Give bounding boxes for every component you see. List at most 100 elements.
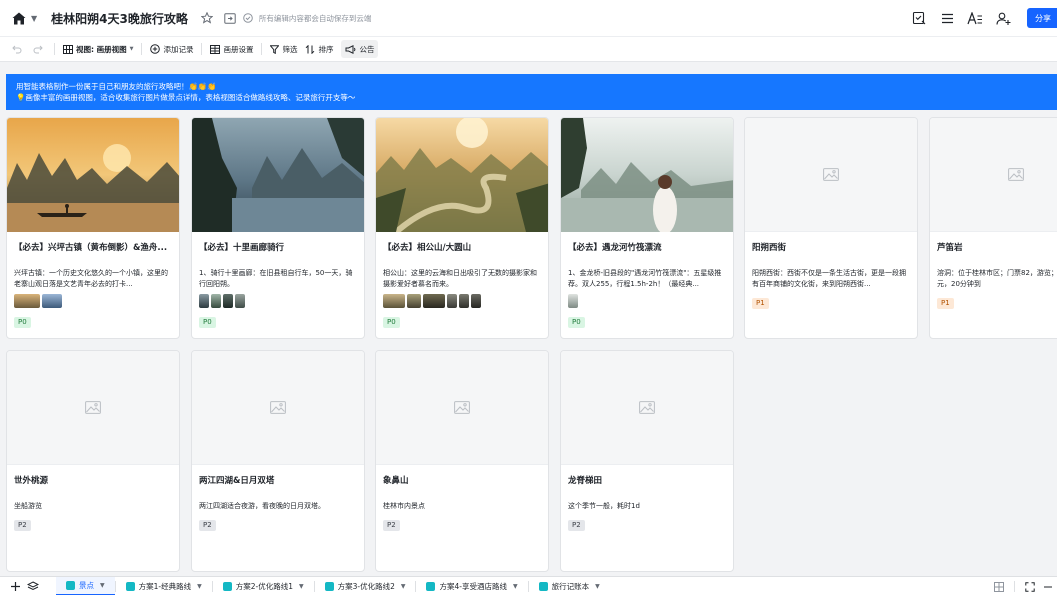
tab-plan-4[interactable]: 方案4-享受酒店路线 ▼ [416,577,527,595]
gallery-card[interactable]: 世外桃源 坐船游览 P2 [6,350,180,572]
card-title: 【必去】兴坪古镇（黄布倒影）&渔舟... [14,243,168,253]
gallery-card[interactable]: 【必去】相公山/大圆山 相公山：这里的云海和日出吸引了无数的摄影家和摄影爱好者慕… [375,117,549,339]
card-cover-placeholder [376,351,548,465]
attachment-thumbnail[interactable] [199,294,209,308]
chevron-down-icon[interactable]: ▼ [299,583,304,590]
card-title: 两江四湖&日月双塔 [199,476,275,486]
toolbar-divider [201,43,203,55]
gallery-card[interactable]: 象鼻山 桂林市内景点 P2 [375,350,549,572]
more-icon[interactable] [1039,578,1057,595]
view-caret-icon: ▼ [129,46,134,52]
hamburger-menu-icon[interactable] [933,4,961,32]
gallery-card[interactable]: 【必去】十里画廊骑行 1、骑行十里画廊：在旧县租自行车，50一天，骑行回阳朔。 … [191,117,365,339]
priority-tag: P2 [568,520,585,531]
chevron-down-icon[interactable]: ▼ [197,583,202,590]
autosave-note: 所有编辑内容都会自动保存到云端 [258,13,372,23]
card-title: 【必去】遇龙河竹筏漂流 [568,243,662,253]
filter-button[interactable]: 筛选 [266,40,301,58]
text-format-icon[interactable] [961,4,989,32]
attachment-thumbnail[interactable] [407,294,421,308]
chevron-down-icon[interactable]: ▼ [100,582,105,589]
card-description: 兴坪古镇：一个历史文化悠久的一个小镇，这里的老寨山观日落是文艺青年必去的打卡..… [14,269,168,288]
priority-tag: P0 [199,317,216,328]
attachment-thumbnail[interactable] [42,294,62,308]
chevron-down-icon[interactable]: ▼ [513,583,518,590]
home-icon[interactable] [8,7,30,29]
priority-tag: P2 [14,520,31,531]
card-cover-placeholder [745,118,917,232]
attachment-thumbnail[interactable] [423,294,445,308]
attachment-thumbnail[interactable] [211,294,221,308]
fullscreen-icon[interactable] [1021,578,1039,595]
sort-button[interactable]: 排序 [301,40,337,58]
sheet-tab-bar: 景点 ▼ 方案1-经典路线 ▼ 方案2-优化路线1 ▼ 方案3-优化路线2 ▼ … [0,576,1057,595]
chevron-down-icon[interactable]: ▼ [401,583,406,590]
home-caret-icon[interactable]: ▼ [31,14,37,23]
tab-plan-3[interactable]: 方案3-优化路线2 ▼ [315,577,416,595]
sheet-icon [66,580,75,590]
tab-label: 方案1-经典路线 [138,581,192,591]
attachment-thumbnail[interactable] [383,294,405,308]
grid-settings-icon [210,44,221,54]
add-record-button[interactable]: 添加记录 [146,40,197,58]
gallery-card[interactable]: 【必去】遇龙河竹筏漂流 1、金龙桥-旧县段的"遇龙河竹筏漂流"：五星级推荐。双人… [560,117,734,339]
chevron-down-icon[interactable]: ▼ [595,583,600,590]
view-switcher[interactable]: 视图: 画册视图 ▼ [59,40,137,58]
attachment-thumbnail[interactable] [235,294,245,308]
image-placeholder-icon [85,401,101,414]
add-sheet-icon[interactable] [6,577,24,595]
card-description: 这个季节一般，耗时1d [568,502,640,510]
card-attachments [383,294,541,309]
gallery-card[interactable]: 两江四湖&日月双塔 两江四湖适合夜游，看夜晚的日月双塔。 P2 [191,350,365,572]
image-placeholder-icon [1008,168,1024,181]
attachment-thumbnail[interactable] [223,294,233,308]
image-placeholder-icon [823,168,839,181]
card-description: 1、骑行十里画廊：在旧县租自行车，50一天，骑行回阳朔。 [199,269,353,288]
card-cover-placeholder [561,351,733,465]
gallery-card[interactable]: 阳朔西街 阳朔西街：西街不仅是一条生活古街，更是一段拥有百年商铺的文化街，来到阳… [744,117,918,339]
sheet-icon [125,581,135,591]
tab-plan-2[interactable]: 方案2-优化路线1 ▼ [213,577,314,595]
document-title[interactable]: 桂林阳朔4天3晚旅行攻略 [51,10,188,27]
star-icon[interactable] [200,11,214,25]
gallery-card[interactable]: 芦笛岩 溶洞：位于桂林市区；门票82，游览；漓湾快车16元，20分钟到 P1 [929,117,1057,339]
banner-line-1: 用智能表格制作一份属于自己和朋友的旅行攻略吧！👏👏👏 [16,82,217,91]
gallery-card[interactable]: 龙脊梯田 这个季节一般，耗时1d P2 [560,350,734,572]
redo-icon[interactable] [29,40,50,58]
attachment-thumbnail[interactable] [459,294,469,308]
announcement-button[interactable]: 公告 [341,40,379,58]
title-bar: ▼ 桂林阳朔4天3晚旅行攻略 所有编辑内容都会自动保存到云端 分享 [0,0,1057,36]
card-title: 【必去】相公山/大圆山 [383,243,472,253]
sheet-list-icon[interactable] [24,577,42,595]
gallery-card[interactable]: 【必去】兴坪古镇（黄布倒影）&渔舟... 兴坪古镇：一个历史文化悠久的一个小镇，… [6,117,180,339]
image-placeholder-icon [270,401,286,414]
gallery-settings-button[interactable]: 画册设置 [206,40,257,58]
share-button[interactable]: 分享 [1027,8,1057,28]
tab-plan-1[interactable]: 方案1-经典路线 ▼ [116,577,212,595]
card-attachments [199,294,357,309]
checklist-icon[interactable] [905,4,933,32]
attachment-thumbnail[interactable] [568,294,578,308]
tab-scenic-spots[interactable]: 景点 ▼ [56,576,115,595]
grid-view-icon[interactable] [990,578,1008,595]
tab-label: 方案4-享受酒店路线 [439,581,507,591]
tab-expense-ledger[interactable]: 旅行记账本 ▼ [529,577,610,595]
priority-tag: P0 [14,317,31,328]
undo-icon[interactable] [8,40,29,58]
priority-tag: P2 [199,520,216,531]
add-user-icon[interactable] [989,4,1017,32]
tab-label: 方案3-优化路线2 [337,581,395,591]
sheet-icon [538,581,548,591]
tab-label: 景点 [79,580,94,590]
view-switcher-label: 视图: 画册视图 [76,44,127,54]
sheet-icon [324,581,334,591]
attachment-thumbnail[interactable] [14,294,40,308]
move-to-folder-icon[interactable] [223,11,237,25]
attachment-thumbnail[interactable] [447,294,457,308]
priority-tag: P1 [752,298,769,309]
cloud-saved-icon [241,11,255,25]
card-cover-image [561,118,733,232]
attachment-thumbnail[interactable] [471,294,481,308]
card-title: 【必去】十里画廊骑行 [199,243,285,253]
gallery-settings-label: 画册设置 [223,44,254,54]
